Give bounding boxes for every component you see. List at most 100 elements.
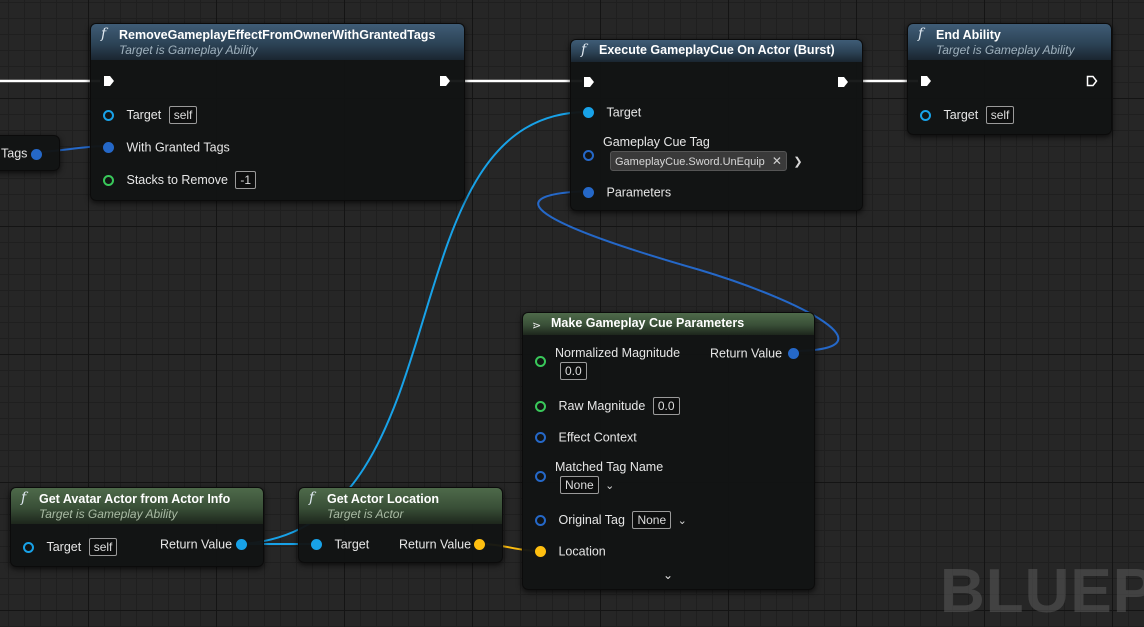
node-remove-gameplay-effect[interactable]: f RemoveGameplayEffectFromOwnerWithGrant… <box>90 23 465 201</box>
node-subtitle: Target is Actor <box>327 507 404 521</box>
object-pin-icon[interactable] <box>311 539 322 550</box>
target-self-input[interactable]: self <box>985 106 1015 124</box>
node-get-avatar-actor[interactable]: f Get Avatar Actor from Actor Info Targe… <box>10 487 264 567</box>
exec-pin-icon <box>584 77 594 87</box>
chevron-down-icon[interactable]: ⌄ <box>678 514 687 527</box>
pin-target[interactable]: Target self <box>103 106 198 124</box>
pin-return-value-label: Return Value <box>160 537 233 552</box>
exec-in-pin[interactable] <box>583 76 595 88</box>
function-icon: f <box>21 490 27 506</box>
pin-target[interactable]: Target <box>583 105 641 120</box>
exec-pin-icon <box>104 76 114 86</box>
node-header[interactable]: f RemoveGameplayEffectFromOwnerWithGrant… <box>91 24 464 60</box>
pin-with-granted-tags-label: With Granted Tags <box>126 140 230 155</box>
pin-stacks-label: Stacks to Remove <box>126 173 228 187</box>
pin-original-tag-label: Original Tag <box>558 513 625 527</box>
node-end-ability[interactable]: f End Ability Target is Gameplay Ability… <box>907 23 1112 135</box>
pin-target-label: Target <box>943 108 979 122</box>
pin-location[interactable]: Location <box>535 544 606 559</box>
node-header[interactable]: f End Ability Target is Gameplay Ability <box>908 24 1111 60</box>
original-tag-dropdown[interactable]: None <box>632 511 672 529</box>
node-header[interactable]: f Execute GameplayCue On Actor (Burst) <box>571 40 862 62</box>
partial-node-left[interactable]: Tags <box>0 135 60 171</box>
pin-return-value[interactable]: Return Value <box>710 346 799 361</box>
node-execute-gameplay-cue[interactable]: f Execute GameplayCue On Actor (Burst) T… <box>570 39 863 211</box>
pin-target-label: Target <box>46 540 82 554</box>
object-pin-icon[interactable] <box>920 110 931 121</box>
matched-tag-name-dropdown[interactable]: None <box>560 476 599 494</box>
expand-pins-chevron-icon[interactable]: ⌄ <box>663 568 673 582</box>
pin-matched-tag-name-label: Matched Tag Name <box>555 460 664 474</box>
pin-cue-tag-label: Gameplay Cue Tag <box>603 135 710 149</box>
function-icon: f <box>309 490 315 506</box>
blueprint-watermark: BLUEPR <box>940 557 1144 626</box>
node-subtitle: Target is Gameplay Ability <box>39 507 178 521</box>
float-pin-icon[interactable] <box>535 401 546 412</box>
pin-return-value[interactable]: Return Value <box>160 537 247 552</box>
pin-normalized-magnitude[interactable]: Normalized Magnitude 0.0 <box>535 346 680 380</box>
pin-with-granted-tags[interactable]: With Granted Tags <box>103 140 230 155</box>
int-pin-icon[interactable] <box>103 175 114 186</box>
struct-pin-icon[interactable] <box>535 432 546 443</box>
struct-pin-icon[interactable] <box>535 515 546 526</box>
gameplay-cue-tag-chip[interactable]: GameplayCue.Sword.UnEquip ✕ <box>610 151 787 171</box>
struct-pin-icon[interactable] <box>788 348 799 359</box>
pin-target[interactable]: Target <box>311 537 369 552</box>
pin-raw-magnitude-label: Raw Magnitude <box>558 399 646 413</box>
target-self-input[interactable]: self <box>168 106 198 124</box>
pin-raw-magnitude[interactable]: Raw Magnitude 0.0 <box>535 397 680 415</box>
vector-pin-icon[interactable] <box>535 546 546 557</box>
exec-in-pin[interactable] <box>920 75 932 87</box>
pin-parameters[interactable]: Parameters <box>583 185 671 200</box>
pin-gameplay-cue-tag[interactable]: Gameplay Cue Tag GameplayCue.Sword.UnEqu… <box>583 135 803 171</box>
node-title: Execute GameplayCue On Actor (Burst) <box>599 43 835 57</box>
pin-normalized-magnitude-label: Normalized Magnitude <box>555 346 681 360</box>
node-title: RemoveGameplayEffectFromOwnerWithGranted… <box>119 28 436 42</box>
pin-target-label: Target <box>334 537 370 552</box>
chevron-down-icon[interactable]: ❯ <box>793 155 802 168</box>
exec-out-pin[interactable] <box>837 76 849 88</box>
exec-out-pin[interactable] <box>1086 75 1098 87</box>
node-get-actor-location[interactable]: f Get Actor Location Target is Actor Tar… <box>298 487 503 563</box>
pin-stacks-to-remove[interactable]: Stacks to Remove -1 <box>103 171 257 189</box>
pin-target[interactable]: Target self <box>23 538 118 556</box>
vector-pin-icon[interactable] <box>474 539 485 550</box>
raw-magnitude-input[interactable]: 0.0 <box>652 397 680 415</box>
node-header[interactable]: f Get Actor Location Target is Actor <box>299 488 502 524</box>
pin-return-value-label: Return Value <box>399 537 472 552</box>
struct-icon: ⋗ <box>532 320 542 332</box>
exec-in-pin[interactable] <box>103 75 115 87</box>
struct-pin-icon[interactable] <box>583 150 594 161</box>
struct-pin-icon[interactable] <box>535 471 546 482</box>
pin-matched-tag-name[interactable]: Matched Tag Name None ⌄ <box>535 460 663 494</box>
struct-pin-icon[interactable] <box>31 149 42 160</box>
pin-tags-output[interactable]: Tags <box>1 146 42 161</box>
struct-pin-icon[interactable] <box>583 187 594 198</box>
node-header[interactable]: f Get Avatar Actor from Actor Info Targe… <box>11 488 263 524</box>
normalized-magnitude-input[interactable]: 0.0 <box>560 362 587 380</box>
pin-original-tag[interactable]: Original Tag None ⌄ <box>535 511 687 529</box>
struct-pin-icon[interactable] <box>103 142 114 153</box>
node-make-gameplay-cue-parameters[interactable]: ⋗ Make Gameplay Cue Parameters Normalize… <box>522 312 815 590</box>
object-pin-icon[interactable] <box>236 539 247 550</box>
pin-return-value[interactable]: Return Value <box>399 537 485 552</box>
chevron-down-icon[interactable]: ⌄ <box>605 479 614 492</box>
object-pin-icon[interactable] <box>583 107 594 118</box>
pin-return-value-label: Return Value <box>710 346 783 361</box>
pin-location-label: Location <box>558 544 606 559</box>
node-title: End Ability <box>936 28 1001 42</box>
pin-target[interactable]: Target self <box>920 106 1015 124</box>
node-header[interactable]: ⋗ Make Gameplay Cue Parameters <box>523 313 814 335</box>
exec-out-pin[interactable] <box>439 75 451 87</box>
close-icon[interactable]: ✕ <box>772 154 782 168</box>
target-self-input[interactable]: self <box>88 538 118 556</box>
object-pin-icon[interactable] <box>103 110 114 121</box>
function-icon: f <box>101 26 107 42</box>
node-title: Get Actor Location <box>327 492 440 506</box>
object-pin-icon[interactable] <box>23 542 34 553</box>
exec-pin-icon <box>1086 75 1098 87</box>
pin-effect-context[interactable]: Effect Context <box>535 430 637 445</box>
float-pin-icon[interactable] <box>535 356 546 367</box>
stacks-input[interactable]: -1 <box>235 171 257 189</box>
exec-pin-icon <box>838 77 848 87</box>
